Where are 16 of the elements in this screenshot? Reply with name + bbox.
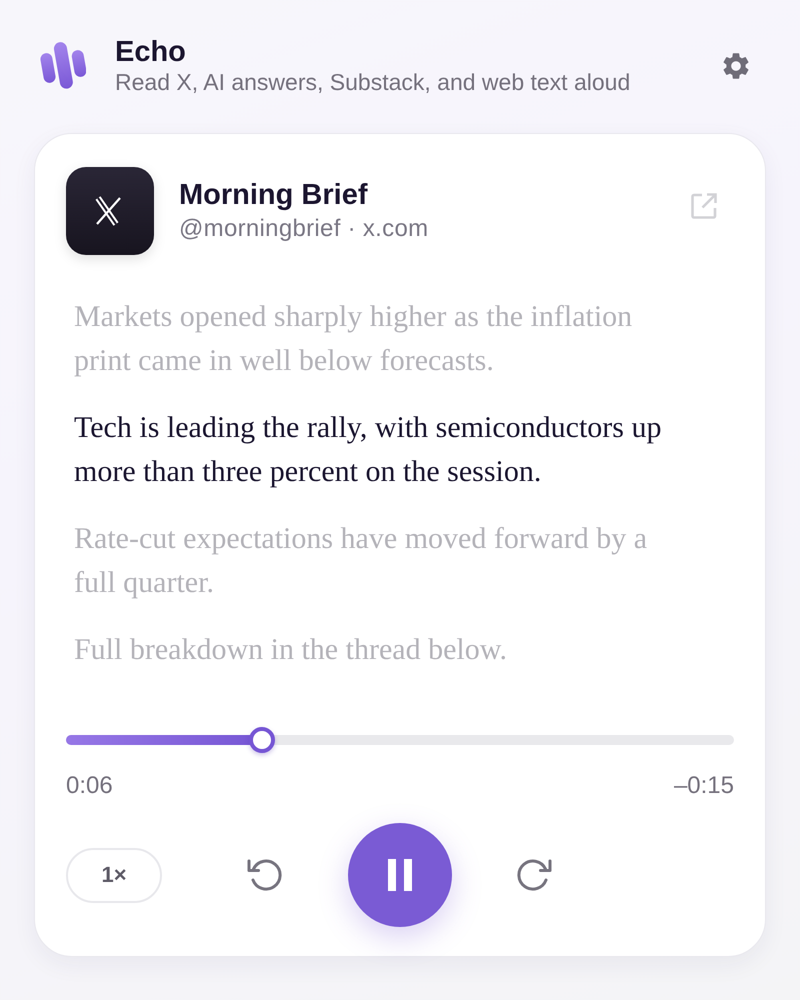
app-title: Echo bbox=[115, 36, 187, 68]
transcript-paragraph: Full breakdown in the thread below. bbox=[74, 632, 508, 668]
transcript-paragraph: Rate-cut expectations have moved forward by a full quarter. bbox=[74, 521, 648, 601]
remaining-time: –0:15 bbox=[674, 772, 734, 800]
progress-track[interactable] bbox=[66, 727, 734, 753]
pause-icon bbox=[388, 859, 412, 891]
progress-thumb[interactable] bbox=[248, 727, 275, 753]
source-title: Morning Brief bbox=[179, 179, 369, 211]
sound-bars-logo-icon bbox=[40, 41, 86, 91]
x-logo-icon bbox=[66, 167, 154, 255]
transcript-paragraph: Tech is leading the rally, with semiconductors up more than three percent on the session. bbox=[74, 410, 662, 490]
elapsed-time: 0:06 bbox=[66, 772, 113, 800]
source-handle: @morningbrief · x.com bbox=[179, 215, 430, 243]
transcript-paragraph: Markets opened sharply higher as the inflation print came in well below forecasts. bbox=[74, 299, 634, 379]
app-tagline: Read X, AI answers, Substack, and web text aloud bbox=[115, 69, 632, 96]
speed-button[interactable]: 1× bbox=[66, 848, 162, 902]
